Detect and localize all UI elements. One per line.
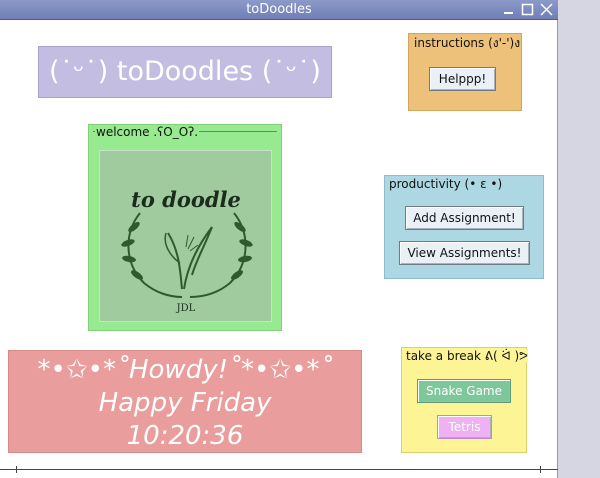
title-bar[interactable]: toDoodles — [0, 0, 558, 20]
scrollbar-left-end — [16, 466, 17, 473]
logo-initials-text: JDL — [176, 303, 196, 314]
minimize-icon[interactable] — [502, 2, 517, 17]
add-assignment-button[interactable]: Add Assignment! — [405, 206, 524, 230]
productivity-legend: productivity (• ε •) — [389, 177, 503, 191]
help-button[interactable]: Helppp! — [429, 67, 496, 91]
scrollbar-right-end — [540, 466, 541, 473]
snake-game-button[interactable]: Snake Game — [417, 379, 511, 403]
greeting-text: *•✩•*˚Howdy!˚*•✩•*˚ — [37, 355, 333, 385]
clock-time: 10:20:36 — [126, 421, 244, 451]
welcome-legend: welcome .ʕO_Oʔ. — [95, 125, 200, 139]
day-text: Happy Friday — [98, 388, 272, 418]
bottom-scrollbar[interactable] — [0, 466, 558, 473]
todoodle-logo-image: to doodle JDL — [99, 150, 272, 322]
window-title: toDoodles — [246, 2, 312, 17]
instructions-legend: instructions (ง'-')ง — [414, 34, 521, 53]
view-assignments-button[interactable]: View Assignments! — [399, 241, 530, 265]
app-header-label: (˙ᵕ˙) toDoodles (˙ᵕ˙) — [38, 46, 332, 98]
tetris-button[interactable]: Tetris — [437, 415, 492, 439]
logo-title-text: to doodle — [131, 187, 241, 212]
break-group: take a break ᕕ( ᐛ )ᕗ Snake Game Tetris — [401, 347, 528, 453]
instructions-group: instructions (ง'-')ง Helppp! — [408, 33, 522, 111]
break-legend: take a break ᕕ( ᐛ )ᕗ — [406, 349, 528, 363]
productivity-group: productivity (• ε •) Add Assignment! Vie… — [384, 175, 544, 279]
welcome-group: welcome .ʕO_Oʔ. to doodle JDL — [88, 124, 282, 331]
close-icon[interactable] — [539, 2, 554, 17]
app-window: toDoodles (˙ᵕ˙) toDoodles (˙ᵕ˙) instruct… — [0, 0, 558, 478]
maximize-icon[interactable] — [520, 2, 535, 17]
greeting-clock-label: *•✩•*˚Howdy!˚*•✩•*˚ Happy Friday 10:20:3… — [8, 350, 362, 453]
